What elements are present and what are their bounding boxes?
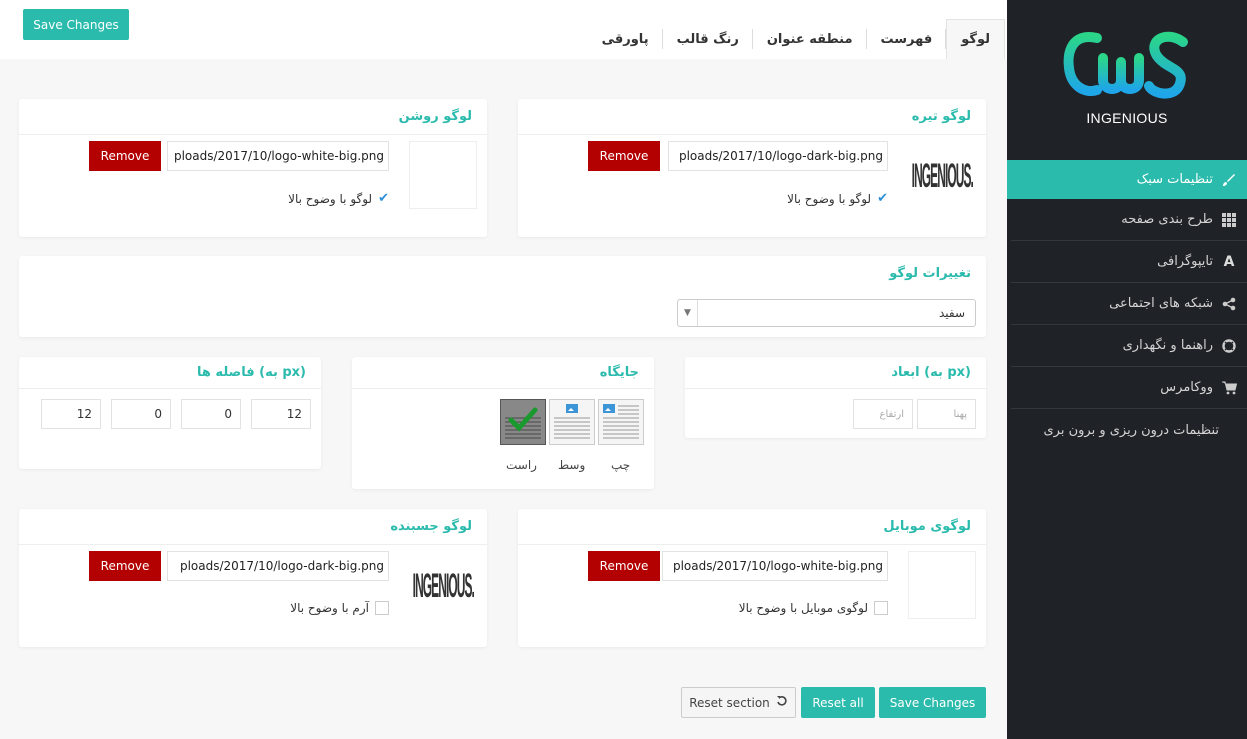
sidebar-item-social-networks[interactable]: شبکه های اجتماعی <box>1011 283 1247 325</box>
light-logo-retina-label: لوگو با وضوح بالا <box>288 191 373 206</box>
sidebar-item-style-settings[interactable]: تنظیمات سبک <box>1007 160 1247 199</box>
brand-name: INGENIOUS <box>1086 110 1168 126</box>
brand-logo-icon <box>1063 31 1188 99</box>
save-changes-button-top[interactable]: Save Changes <box>23 9 129 40</box>
lifebuoy-icon <box>1221 338 1237 353</box>
logo-variation-value: سفید <box>938 306 965 320</box>
mobile-logo-panel: لوگوی موبایل ploads/2017/10/logo-white-b… <box>518 509 986 647</box>
light-logo-url-input[interactable]: ploads/2017/10/logo-white-big.png <box>167 141 389 171</box>
dark-logo-retina-label: لوگو با وضوح بالا <box>787 191 872 206</box>
dark-logo-preview-text: INGENIOUS. <box>911 155 973 195</box>
spacing-right-input[interactable]: 0 <box>181 399 241 429</box>
sticky-logo-panel: لوگو جسبنده INGENIOUS. ploads/2017/10/lo… <box>19 509 487 647</box>
sticky-logo-retina-checkbox[interactable] <box>375 601 389 615</box>
sidebar-item-label: تایپوگرافی <box>1157 254 1213 269</box>
sidebar-item-label: شبکه های اجتماعی <box>1109 296 1213 311</box>
dark-logo-retina-row[interactable]: لوگو با وضوح بالا ✔ <box>787 191 888 206</box>
position-left-label: چپ <box>611 458 631 472</box>
sidebar-item-label: راهنما و نگهداری <box>1122 338 1213 353</box>
spacing-top-input[interactable]: 12 <box>251 399 311 429</box>
panel-title: لوگوی موبایل <box>518 509 986 545</box>
light-logo-remove-button[interactable]: Remove <box>89 141 161 171</box>
sidebar-item-layout[interactable]: طرح بندی صفحه <box>1011 199 1247 241</box>
sidebar-item-import-export[interactable]: تنظیمات درون ریزی و برون بری <box>1011 409 1247 451</box>
mobile-logo-retina-row[interactable]: لوگوی موبایل با وضوح بالا <box>739 601 888 615</box>
panel-title: فاصله ها (به px) <box>19 357 321 389</box>
sidebar-item-label: ووکامرس <box>1160 380 1213 395</box>
position-right-label: راست <box>506 458 537 472</box>
tab-theme-color[interactable]: رنگ قالب <box>663 19 754 59</box>
panel-title: لوگو تیره <box>518 99 986 135</box>
position-right-option[interactable] <box>500 399 546 445</box>
dimensions-panel: ابعاد (به px) پهنا ارتفاع <box>685 357 986 438</box>
sticky-logo-preview-text: INGENIOUS. <box>412 565 474 605</box>
checkmark-icon[interactable]: ✔ <box>877 191 888 206</box>
light-logo-retina-row[interactable]: لوگو با وضوح بالا ✔ <box>288 191 389 206</box>
light-logo-panel: لوگو روشن ploads/2017/10/logo-white-big.… <box>19 99 487 237</box>
sticky-logo-url-input[interactable]: ploads/2017/10/logo-dark-big.png <box>167 551 389 581</box>
tab-logo[interactable]: لوگو <box>946 19 1005 59</box>
position-center-label: وسط <box>558 458 586 472</box>
cart-icon <box>1221 381 1237 395</box>
position-panel: جایگاه چپ وسط راست <box>352 357 654 489</box>
logo-variation-select[interactable]: سفید ▼ <box>677 299 976 327</box>
font-icon: A <box>1223 253 1235 270</box>
mobile-logo-preview <box>908 551 976 619</box>
panel-title: جایگاه <box>352 357 654 389</box>
section-tabs: لوگو فهرست منطقه عنوان رنگ قالب پاورقی <box>588 19 1005 59</box>
tab-title-area[interactable]: منطقه عنوان <box>753 19 867 59</box>
main-content: Save Changes لوگو فهرست منطقه عنوان رنگ … <box>0 0 1007 739</box>
dark-logo-url-input[interactable]: ploads/2017/10/logo-dark-big.png <box>668 141 888 171</box>
save-changes-button-bottom[interactable]: Save Changes <box>879 687 986 718</box>
sidebar: INGENIOUS تنظیمات سبک طرح بندی صفحه تایپ… <box>1007 0 1247 739</box>
height-input[interactable]: ارتفاع <box>853 399 913 429</box>
reset-section-button[interactable]: Reset section <box>681 687 796 718</box>
checkmark-icon <box>508 407 538 432</box>
dark-logo-panel: لوگو تیره INGENIOUS. ploads/2017/10/logo… <box>518 99 986 237</box>
sticky-logo-remove-button[interactable]: Remove <box>89 551 161 581</box>
reset-section-label: Reset section <box>689 695 770 710</box>
tab-footer[interactable]: پاورقی <box>588 19 663 59</box>
mobile-logo-retina-checkbox[interactable] <box>874 601 888 615</box>
brand-area: INGENIOUS <box>1007 0 1247 147</box>
sidebar-item-label: طرح بندی صفحه <box>1121 212 1213 227</box>
spacing-bottom-input[interactable]: 0 <box>111 399 171 429</box>
mobile-logo-remove-button[interactable]: Remove <box>588 551 660 581</box>
spacing-panel: فاصله ها (به px) 12 0 0 12 <box>19 357 321 469</box>
panel-title: لوگو روشن <box>19 99 487 135</box>
grid-icon <box>1221 212 1237 227</box>
spacing-left-input[interactable]: 12 <box>41 399 101 429</box>
dropdown-arrow-icon[interactable]: ▼ <box>678 300 698 326</box>
panel-title: ابعاد (به px) <box>685 357 986 389</box>
mobile-logo-url-input[interactable]: ploads/2017/10/logo-white-big.png <box>662 551 888 581</box>
sidebar-item-label: تنظیمات سبک <box>1136 172 1213 187</box>
sidebar-item-woocommerce[interactable]: ووکامرس <box>1011 367 1247 409</box>
width-input[interactable]: پهنا <box>917 399 976 429</box>
dark-logo-remove-button[interactable]: Remove <box>588 141 660 171</box>
checkmark-icon[interactable]: ✔ <box>378 191 389 206</box>
sticky-logo-retina-label: آرم با وضوح بالا <box>290 601 369 615</box>
share-icon <box>1221 297 1237 311</box>
sidebar-nav: تنظیمات سبک طرح بندی صفحه تایپوگرافی A ش… <box>1007 160 1247 451</box>
sticky-logo-preview: INGENIOUS. <box>409 551 477 619</box>
sidebar-item-typography[interactable]: تایپوگرافی A <box>1011 241 1247 283</box>
brush-icon <box>1221 173 1237 187</box>
position-left-option[interactable] <box>598 399 644 445</box>
light-logo-preview <box>409 141 477 209</box>
panel-title: لوگو جسبنده <box>19 509 487 545</box>
position-center-option[interactable] <box>549 399 595 445</box>
tab-menu[interactable]: فهرست <box>867 19 947 59</box>
sticky-logo-retina-row[interactable]: آرم با وضوح بالا <box>290 601 389 615</box>
panel-title: تغییرات لوگو <box>889 266 971 281</box>
mobile-logo-retina-label: لوگوی موبایل با وضوح بالا <box>738 601 868 615</box>
logo-variations-panel: تغییرات لوگو سفید ▼ <box>19 256 986 337</box>
reset-all-button[interactable]: Reset all <box>801 687 875 718</box>
dark-logo-preview: INGENIOUS. <box>908 141 976 209</box>
sidebar-item-help-maintenance[interactable]: راهنما و نگهداری <box>1011 325 1247 367</box>
undo-icon <box>776 695 788 710</box>
top-bar: Save Changes لوگو فهرست منطقه عنوان رنگ … <box>0 0 1007 59</box>
sidebar-item-label: تنظیمات درون ریزی و برون بری <box>1043 422 1220 438</box>
